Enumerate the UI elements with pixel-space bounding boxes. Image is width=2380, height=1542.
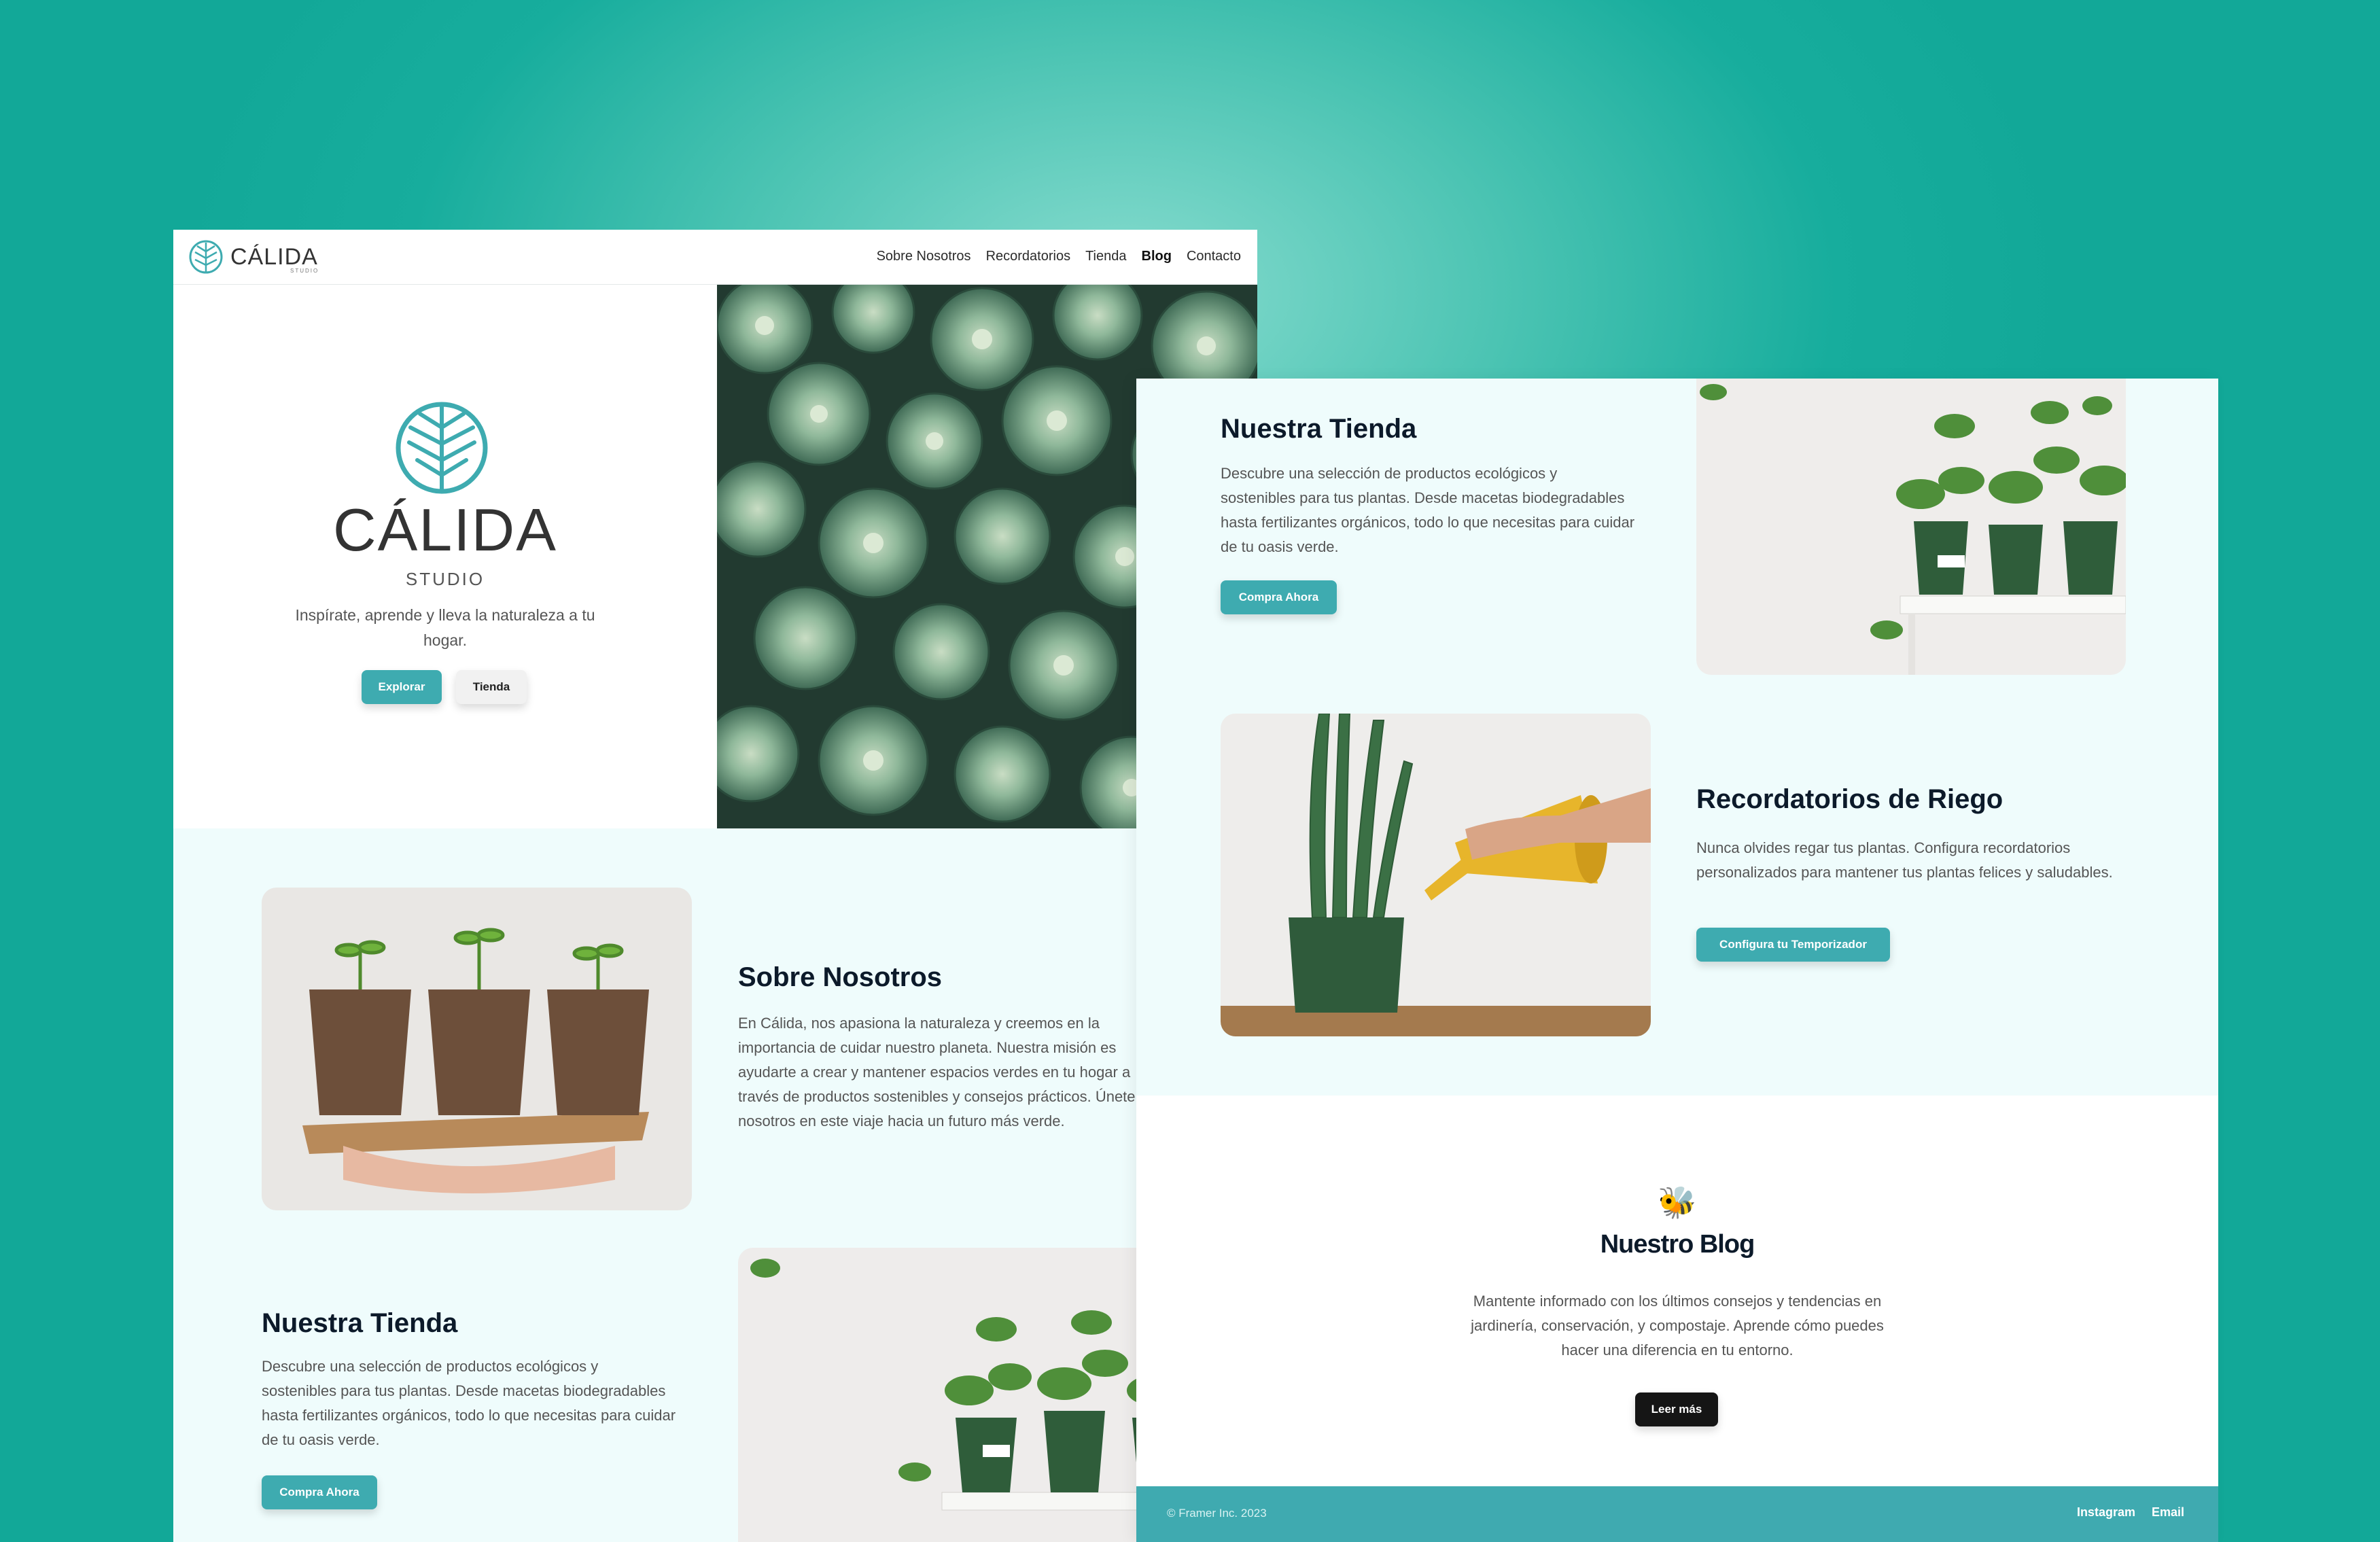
nav-link-sobre-nosotros[interactable]: Sobre Nosotros [877, 249, 971, 264]
nav-links: Sobre Nosotros Recordatorios Tienda Blog… [877, 249, 1241, 264]
hero-section: CÁLIDA STUDIO Inspírate, aprende y lleva… [173, 285, 717, 828]
about-body: En Cálida, nos apasiona la naturaleza y … [738, 1015, 1148, 1129]
footer-link-instagram[interactable]: Instagram [2077, 1505, 2135, 1520]
bee-icon: 🐝 [1658, 1185, 1697, 1220]
reminders-title: Recordatorios de Riego [1696, 784, 2003, 814]
leaf-logo-icon [189, 240, 223, 274]
blog-body: Mantente informado con los últimos conse… [1471, 1293, 1884, 1359]
hero-leaf-logo-icon [396, 402, 488, 494]
shop-now-button[interactable]: Compra Ahora [262, 1475, 377, 1509]
shop-body: Descubre una selección de productos ecol… [262, 1358, 676, 1448]
nav-link-blog[interactable]: Blog [1142, 249, 1172, 264]
shop-title-front: Nuestra Tienda [1221, 414, 1417, 444]
explore-button[interactable]: Explorar [362, 670, 442, 704]
hero-tagline: Inspírate, aprende y lleva la naturaleza… [295, 606, 595, 649]
reminders-body: Nunca olvides regar tus plantas. Configu… [1696, 839, 2113, 881]
pothos-image [738, 1248, 1187, 1542]
seedlings-image [262, 888, 692, 1210]
subpage-preview: Nuestra Tienda Descubre una selección de… [1136, 379, 2218, 1542]
nav-brand-sub: STUDIO [290, 268, 319, 274]
blog-title: Nuestro Blog [1600, 1230, 1755, 1259]
shop-title: Nuestra Tienda [262, 1308, 458, 1338]
nav-link-tienda[interactable]: Tienda [1085, 249, 1126, 264]
hero-brand: CÁLIDA [333, 496, 557, 563]
top-nav: CÁLIDA STUDIO Sobre Nosotros Recordatori… [173, 230, 1257, 285]
shop-body-front: Descubre una selección de productos ecol… [1221, 465, 1635, 555]
footer-link-email[interactable]: Email [2152, 1505, 2184, 1520]
nav-brand: CÁLIDA [230, 244, 318, 270]
read-more-button[interactable]: Leer más [1635, 1392, 1718, 1426]
watering-image [1221, 714, 1651, 1036]
footer-links: Instagram Email [2077, 1505, 2184, 1520]
nav-link-contacto[interactable]: Contacto [1187, 249, 1241, 264]
nav-link-recordatorios[interactable]: Recordatorios [986, 249, 1071, 264]
hero-studio: STUDIO [405, 569, 485, 589]
pothos-shelf-image [1696, 379, 2126, 675]
homepage-preview: CÁLIDA STUDIO Sobre Nosotros Recordatori… [173, 230, 1257, 1542]
footer: © Framer Inc. 2023 Instagram Email [1136, 1486, 2218, 1542]
shop-now-button-front[interactable]: Compra Ahora [1221, 580, 1337, 614]
shop-button[interactable]: Tienda [456, 670, 527, 704]
footer-copyright: © Framer Inc. 2023 [1167, 1507, 1267, 1520]
nav-logo[interactable]: CÁLIDA STUDIO [188, 239, 318, 275]
set-timer-button[interactable]: Configura tu Temporizador [1696, 928, 1890, 962]
about-title: Sobre Nosotros [738, 962, 943, 992]
